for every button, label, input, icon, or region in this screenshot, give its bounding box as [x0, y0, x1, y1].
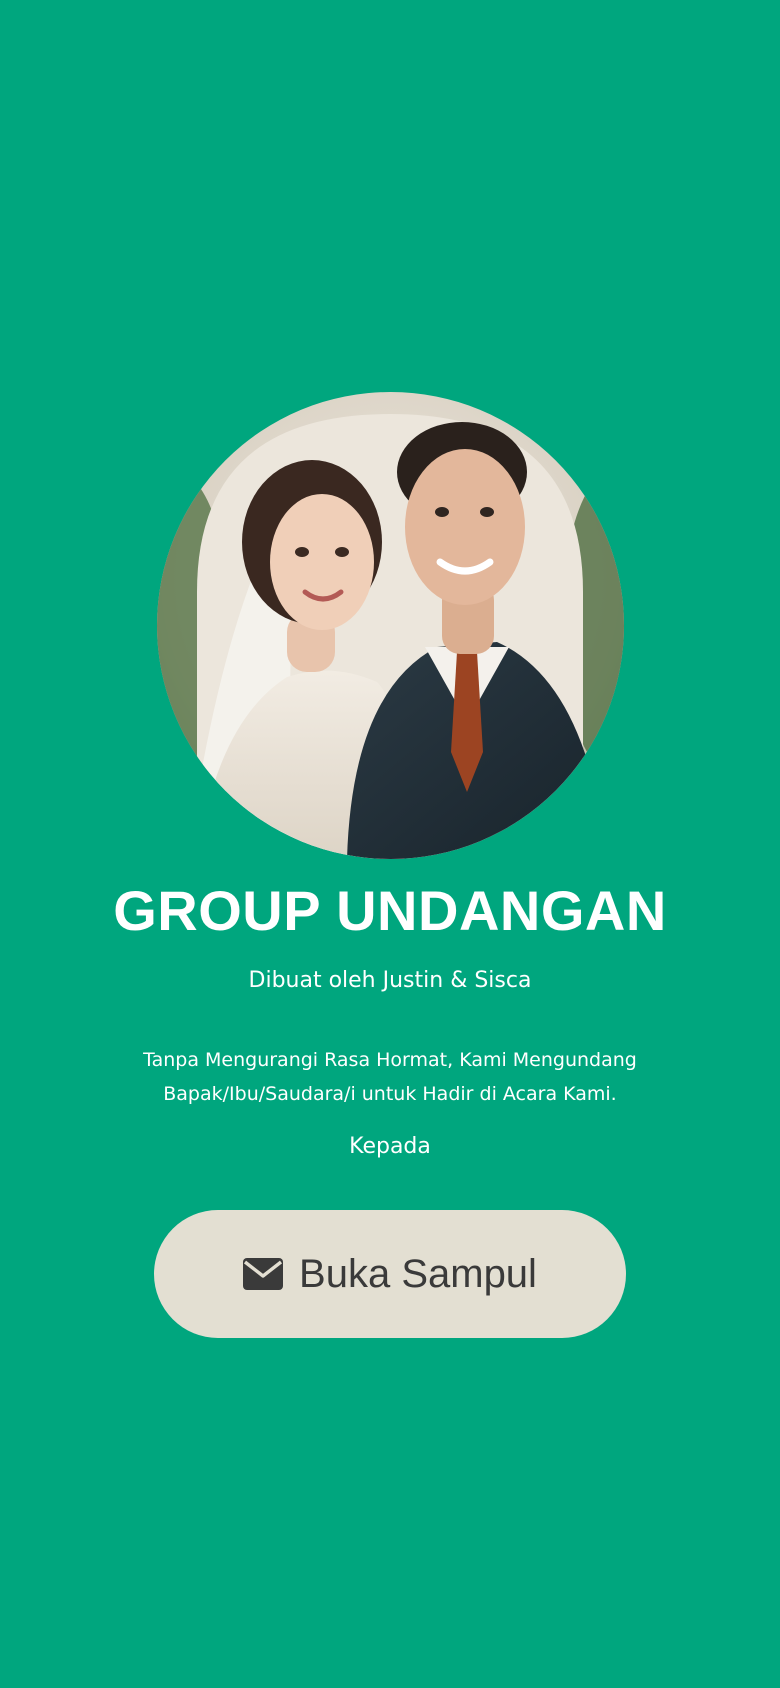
envelope-icon [243, 1258, 284, 1290]
cover-screen: GROUP UNDANGAN Dibuat oleh Justin & Sisc… [0, 0, 780, 1688]
page-title: GROUP UNDANGAN [113, 879, 667, 942]
open-invitation-button[interactable]: Buka Sampul [154, 1210, 626, 1338]
recipient-label: Kepada [349, 1134, 431, 1159]
open-invitation-label: Buka Sampul [299, 1252, 537, 1296]
couple-photo [157, 392, 624, 859]
creator-subtitle: Dibuat oleh Justin & Sisca [248, 968, 532, 993]
invitation-message: Tanpa Mengurangi Rasa Hormat, Kami Mengu… [143, 1049, 637, 1105]
